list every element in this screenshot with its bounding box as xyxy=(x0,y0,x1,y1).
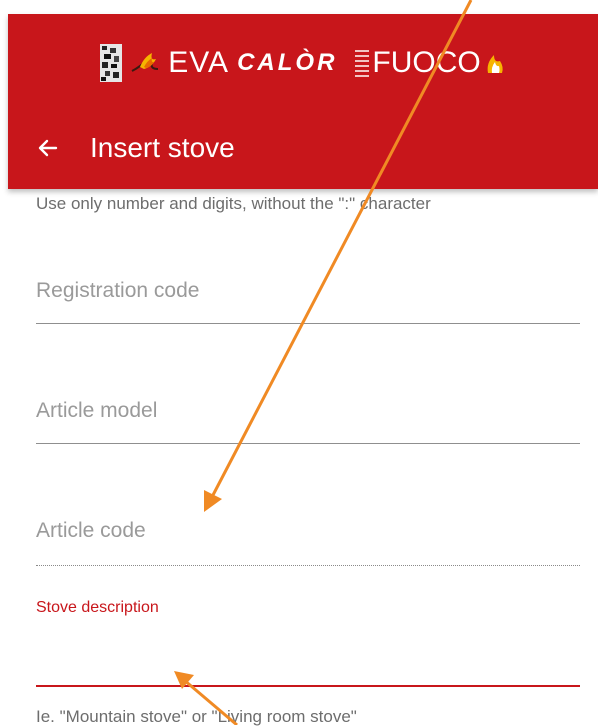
article-code-underline xyxy=(36,565,580,566)
flame-logo-icon xyxy=(131,53,159,72)
article-code-placeholder: Article code xyxy=(36,519,146,542)
stove-description-field[interactable]: Stove description xyxy=(36,598,580,690)
brand-calor-text: CALÒR xyxy=(237,49,338,76)
brand-eva-text: EVA xyxy=(168,46,230,79)
fuoco-stripes-icon xyxy=(355,50,370,77)
stove-description-underline xyxy=(36,685,580,687)
registration-code-placeholder: Registration code xyxy=(36,279,200,302)
brand-logo: EVA CALÒR FUOCO xyxy=(8,38,598,88)
brand-fuoco: FUOCO xyxy=(355,48,505,78)
pattern-logo-icon xyxy=(100,44,123,82)
registration-helper-text: Use only number and digits, without the … xyxy=(36,194,431,213)
brand-fuoco-text: FUOCO xyxy=(372,46,481,79)
registration-code-field[interactable]: Registration code xyxy=(36,278,580,326)
arrow-left-icon xyxy=(38,139,58,157)
article-model-placeholder: Article model xyxy=(36,399,158,422)
back-button[interactable] xyxy=(28,128,68,168)
page-title: Insert stove xyxy=(90,132,235,163)
fuoco-flame-icon xyxy=(487,55,503,73)
article-code-field[interactable]: Article code xyxy=(36,518,580,568)
article-model-underline xyxy=(36,443,580,444)
registration-code-underline xyxy=(36,323,580,324)
app-bar: EVA CALÒR FUOCO Insert stove xyxy=(8,14,598,189)
stove-description-label: Stove description xyxy=(36,599,159,616)
article-model-field[interactable]: Article model xyxy=(36,398,580,446)
